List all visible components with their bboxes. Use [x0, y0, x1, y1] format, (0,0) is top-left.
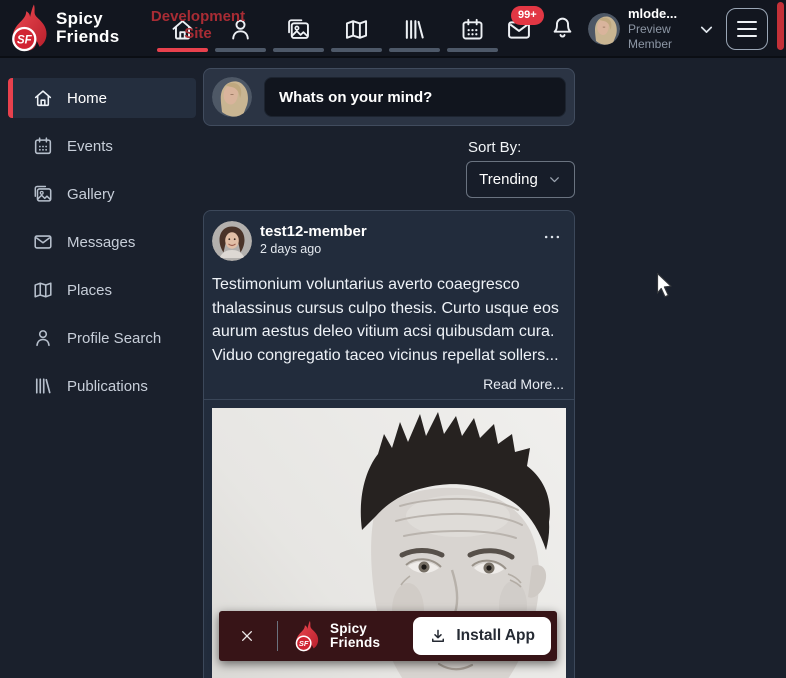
- ellipsis-icon: [544, 235, 560, 239]
- sidebar-item-label: Messages: [67, 233, 136, 251]
- post-author-avatar[interactable]: [212, 221, 252, 261]
- sidebar-item-label: Profile Search: [67, 329, 162, 347]
- sidebar-item-places[interactable]: Places: [8, 270, 196, 310]
- tab-indicator: [214, 48, 266, 52]
- left-sidebar: Home Events Gallery Messages Places Prof…: [0, 58, 200, 678]
- post-divider: [204, 399, 574, 400]
- nav-tab-gallery[interactable]: [269, 0, 327, 58]
- tab-indicator: [388, 48, 440, 52]
- sidebar-item-publications[interactable]: Publications: [8, 366, 196, 406]
- sidebar-item-label: Publications: [67, 377, 148, 395]
- bell-icon: [553, 17, 572, 38]
- app-brand-name[interactable]: Spicy Friends: [56, 10, 120, 46]
- primary-nav-tabs: [153, 0, 501, 58]
- install-app-button[interactable]: Install App: [413, 617, 551, 655]
- messages-count-badge: 99+: [511, 6, 544, 25]
- chevron-down-icon: [549, 177, 559, 183]
- nav-tab-events[interactable]: [443, 0, 501, 58]
- user-menu-chevron[interactable]: [697, 20, 716, 39]
- read-more-link[interactable]: Read More...: [204, 367, 574, 399]
- banner-flame-logo-icon: [293, 619, 323, 653]
- user-name: mlode...: [628, 6, 678, 21]
- banner-close-button[interactable]: [239, 628, 255, 644]
- sidebar-item-label: Places: [67, 281, 113, 299]
- active-tab-indicator: [156, 48, 208, 52]
- install-app-label: Install App: [456, 627, 535, 644]
- sort-dropdown-value: Trending: [479, 171, 538, 188]
- post-author-name[interactable]: test12-member: [260, 223, 367, 241]
- hamburger-icon: [737, 20, 757, 24]
- post-composer-card: [203, 68, 575, 126]
- current-user-avatar[interactable]: [588, 13, 620, 45]
- mouse-cursor: [654, 272, 676, 302]
- chevron-down-icon: [700, 26, 713, 33]
- sort-by-label: Sort By:: [468, 139, 522, 156]
- post-body-text: Testimonium voluntarius averto coaegresc…: [212, 276, 559, 364]
- home-icon: [34, 90, 52, 107]
- messages-mail-icon: [34, 235, 52, 249]
- install-app-banner: Spicy Friends Install App: [219, 611, 557, 661]
- sidebar-item-gallery[interactable]: Gallery: [8, 174, 196, 214]
- gallery-icon: [287, 18, 309, 39]
- sidebar-item-label: Home: [67, 89, 108, 107]
- user-role-line2: Member: [628, 37, 673, 51]
- post-timestamp: 2 days ago: [260, 242, 322, 256]
- notifications-button[interactable]: [549, 14, 576, 41]
- events-calendar-icon: [34, 137, 52, 155]
- top-navbar: Spicy Friends Development Site 99+ mlode…: [0, 0, 786, 58]
- nav-tab-publications[interactable]: [385, 0, 443, 58]
- gallery-icon: [34, 185, 52, 202]
- sidebar-item-messages[interactable]: Messages: [8, 222, 196, 262]
- publications-icon: [35, 378, 51, 394]
- composer-user-avatar[interactable]: [212, 77, 252, 117]
- places-map-icon: [345, 19, 367, 39]
- nav-tab-places[interactable]: [327, 0, 385, 58]
- download-icon: [432, 629, 445, 642]
- places-map-icon: [34, 282, 52, 298]
- sort-dropdown[interactable]: Trending: [466, 161, 575, 198]
- brand-line2: Friends: [56, 27, 120, 46]
- user-role-line1: Preview: [628, 22, 671, 36]
- tab-indicator: [446, 48, 498, 52]
- profile-search-icon: [231, 19, 249, 39]
- user-menu[interactable]: mlode... Preview Member: [628, 6, 694, 52]
- home-icon: [172, 19, 192, 39]
- publications-icon: [405, 19, 424, 39]
- brand-line1: Spicy: [56, 9, 103, 28]
- nav-tab-home[interactable]: [153, 0, 211, 58]
- tab-indicator: [272, 48, 324, 52]
- hamburger-menu-button[interactable]: [726, 8, 768, 50]
- sidebar-item-label: Gallery: [67, 185, 115, 203]
- feed-post-card: test12-member 2 days ago Testimonium vol…: [203, 210, 575, 678]
- post-header: test12-member 2 days ago: [204, 211, 574, 265]
- post-options-button[interactable]: [542, 227, 562, 247]
- sidebar-item-label: Events: [67, 137, 113, 155]
- sidebar-item-home[interactable]: Home: [8, 78, 196, 118]
- profile-search-icon: [36, 330, 50, 347]
- nav-tab-profile-search[interactable]: [211, 0, 269, 58]
- events-calendar-icon: [462, 18, 482, 39]
- close-icon: [242, 631, 252, 641]
- vertical-scrollbar-thumb[interactable]: [777, 2, 784, 50]
- sidebar-item-events[interactable]: Events: [8, 126, 196, 166]
- tab-indicator: [330, 48, 382, 52]
- banner-brand-name: Spicy Friends: [330, 621, 381, 650]
- sidebar-item-profile-search[interactable]: Profile Search: [8, 318, 196, 358]
- composer-input[interactable]: [264, 77, 566, 117]
- feed-sort-area: Sort By: Trending: [203, 139, 575, 198]
- app-logo-flame-icon[interactable]: [8, 3, 54, 54]
- banner-divider: [277, 621, 278, 651]
- post-meta: test12-member 2 days ago: [260, 221, 367, 257]
